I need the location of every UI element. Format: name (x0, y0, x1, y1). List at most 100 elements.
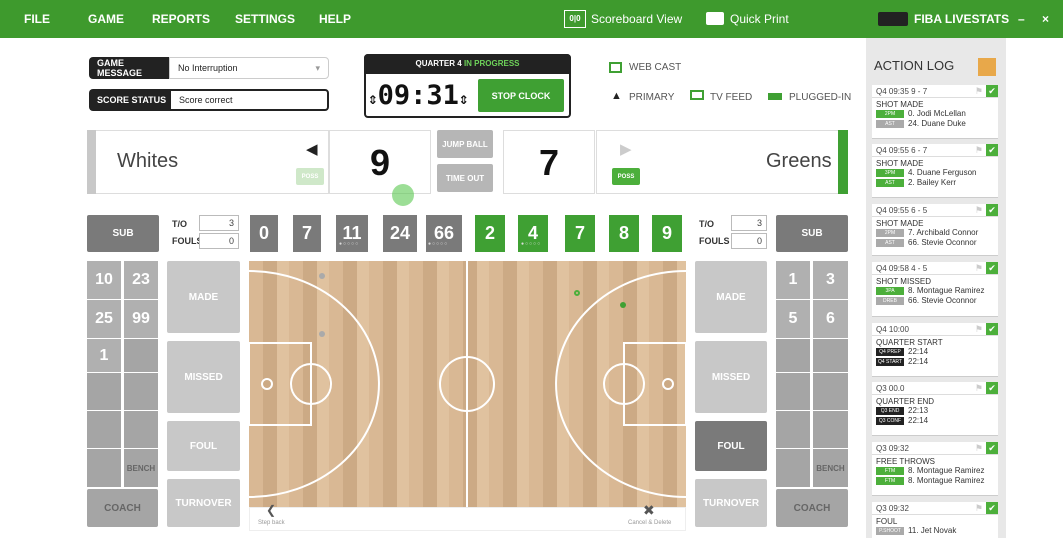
bench-player-button[interactable]: 25 (87, 300, 121, 338)
bench-player-button[interactable]: 3 (813, 261, 848, 299)
away-sub-button[interactable]: SUB (776, 215, 848, 252)
flag-icon[interactable]: ⚑ (975, 443, 983, 454)
home-poss-button[interactable]: POSS (296, 168, 324, 185)
check-icon[interactable]: ✔ (986, 85, 998, 97)
bench-slot[interactable] (813, 373, 848, 410)
flag-icon[interactable]: ⚑ (975, 145, 983, 156)
bench-slot[interactable] (813, 339, 848, 372)
bench-slot[interactable] (813, 411, 848, 448)
score-status-field[interactable]: Score correct (169, 89, 329, 111)
bench-slot[interactable] (776, 449, 810, 487)
scoreboard-view-button[interactable]: Scoreboard View (591, 0, 682, 38)
basketball-court[interactable] (249, 261, 686, 507)
flag-icon[interactable]: ⚑ (975, 263, 983, 274)
cancel-icon[interactable]: ✖ (643, 502, 655, 519)
printer-icon[interactable] (706, 12, 724, 25)
cancel-delete-label[interactable]: Cancel & Delete (628, 520, 671, 526)
step-back-icon[interactable]: ❮ (266, 503, 276, 517)
stop-clock-button[interactable]: STOP CLOCK (478, 79, 564, 112)
home-turnover-button[interactable]: TURNOVER (167, 479, 240, 527)
game-clock[interactable]: ⇕09:31⇕ (368, 78, 469, 114)
bench-slot[interactable] (776, 373, 810, 410)
bench-player-button[interactable]: 99 (124, 300, 158, 338)
home-player-button[interactable]: 24 (383, 215, 417, 252)
log-entry[interactable]: Q4 09:55 6 - 7 ⚑ ✔ SHOT MADE 3PM 4. Duane Fer… (872, 144, 998, 198)
log-entry[interactable]: Q4 09:58 4 - 5 ⚑ ✔ SHOT MISSED 3PA 8. Montagu… (872, 262, 998, 317)
quick-print-button[interactable]: Quick Print (730, 0, 789, 38)
bench-player-button[interactable]: 10 (87, 261, 121, 299)
clock-adjust-icon[interactable]: ⇕ (459, 89, 469, 108)
game-message-select[interactable]: No Interruption ▾ (169, 57, 329, 79)
check-icon[interactable]: ✔ (986, 442, 998, 454)
menu-settings[interactable]: SETTINGS (235, 0, 295, 38)
home-player-button[interactable]: 0 (250, 215, 278, 252)
menu-file[interactable]: FILE (24, 0, 50, 38)
bench-slot[interactable] (124, 411, 158, 448)
scoreboard-icon[interactable]: 0|0 (564, 10, 586, 28)
away-missed-button[interactable]: MISSED (695, 341, 767, 413)
webcast-label[interactable]: WEB CAST (629, 62, 681, 73)
bench-player-button[interactable]: 1 (776, 261, 810, 299)
bench-slot[interactable] (87, 449, 121, 487)
away-possession-arrow-icon[interactable]: ▶ (620, 140, 632, 158)
expand-icon[interactable] (978, 58, 996, 76)
away-poss-button[interactable]: POSS (612, 168, 640, 185)
check-icon[interactable]: ✔ (986, 144, 998, 156)
log-entry[interactable]: Q4 09:55 6 - 5 ⚑ ✔ SHOT MADE 2PM 7. Archibald… (872, 204, 998, 256)
flag-icon[interactable]: ⚑ (975, 503, 983, 514)
primary-label[interactable]: PRIMARY (629, 92, 674, 103)
away-coach-button[interactable]: COACH (776, 489, 848, 527)
log-entry[interactable]: Q4 10:00 ⚑ ✔ QUARTER START Q4 PREP 22:14 Q4 ST… (872, 323, 998, 377)
plugged-in-label[interactable]: PLUGGED-IN (789, 92, 851, 103)
check-icon[interactable]: ✔ (986, 502, 998, 514)
bench-slot[interactable] (124, 339, 158, 372)
home-foul-button[interactable]: FOUL (167, 421, 240, 471)
bench-slot[interactable] (87, 373, 121, 410)
menu-game[interactable]: GAME (88, 0, 124, 38)
log-entry[interactable]: Q3 09:32 ⚑ ✔ FREE THROWS FTM 8. Montague Rami… (872, 442, 998, 496)
away-player-button[interactable]: 8 (609, 215, 639, 252)
away-player-button[interactable]: 7 (565, 215, 595, 252)
flag-icon[interactable]: ⚑ (975, 86, 983, 97)
home-made-button[interactable]: MADE (167, 261, 240, 333)
menu-help[interactable]: HELP (319, 0, 351, 38)
time-out-button[interactable]: TIME OUT (437, 164, 493, 192)
flag-icon[interactable]: ⚑ (975, 324, 983, 335)
bench-slot[interactable] (124, 373, 158, 410)
minimize-button[interactable]: – (1018, 0, 1025, 38)
menu-reports[interactable]: REPORTS (152, 0, 210, 38)
home-possession-arrow-icon[interactable]: ◀ (306, 140, 318, 158)
home-bench-button[interactable]: BENCH (124, 449, 158, 487)
home-player-button[interactable]: 7 (293, 215, 321, 252)
bench-player-button[interactable]: 6 (813, 300, 848, 338)
bench-slot[interactable] (776, 411, 810, 448)
close-button[interactable]: × (1042, 0, 1049, 38)
home-sub-button[interactable]: SUB (87, 215, 159, 252)
check-icon[interactable]: ✔ (986, 204, 998, 216)
check-icon[interactable]: ✔ (986, 323, 998, 335)
bench-player-button[interactable]: 23 (124, 261, 158, 299)
clock-adjust-icon[interactable]: ⇕ (368, 89, 378, 108)
away-bench-button[interactable]: BENCH (813, 449, 848, 487)
bench-player-button[interactable]: 5 (776, 300, 810, 338)
step-back-label[interactable]: Step back (258, 520, 285, 526)
away-player-button[interactable]: 2 (475, 215, 505, 252)
home-missed-button[interactable]: MISSED (167, 341, 240, 413)
log-entry[interactable]: Q3 00.0 ⚑ ✔ QUARTER END Q3 END 22:13 Q3 CONF 22… (872, 382, 998, 436)
away-player-button[interactable]: 9 (652, 215, 682, 252)
away-turnover-button[interactable]: TURNOVER (695, 479, 767, 527)
flag-icon[interactable]: ⚑ (975, 205, 983, 216)
bench-player-button[interactable]: 1 (87, 339, 121, 372)
jump-ball-button[interactable]: JUMP BALL (437, 130, 493, 158)
check-icon[interactable]: ✔ (986, 262, 998, 274)
log-entry[interactable]: Q4 09:35 9 - 7 ⚑ ✔ SHOT MADE 2PM 0. Jodi McLe… (872, 85, 998, 139)
away-foul-button[interactable]: FOUL (695, 421, 767, 471)
log-entry[interactable]: Q3 09:32 ⚑ ✔ FOUL P.SHOOT 11. Jet Novak (872, 502, 998, 538)
home-coach-button[interactable]: COACH (87, 489, 158, 527)
away-made-button[interactable]: MADE (695, 261, 767, 333)
bench-slot[interactable] (776, 339, 810, 372)
tv-feed-label[interactable]: TV FEED (710, 92, 752, 103)
bench-slot[interactable] (87, 411, 121, 448)
check-icon[interactable]: ✔ (986, 382, 998, 394)
flag-icon[interactable]: ⚑ (975, 383, 983, 394)
